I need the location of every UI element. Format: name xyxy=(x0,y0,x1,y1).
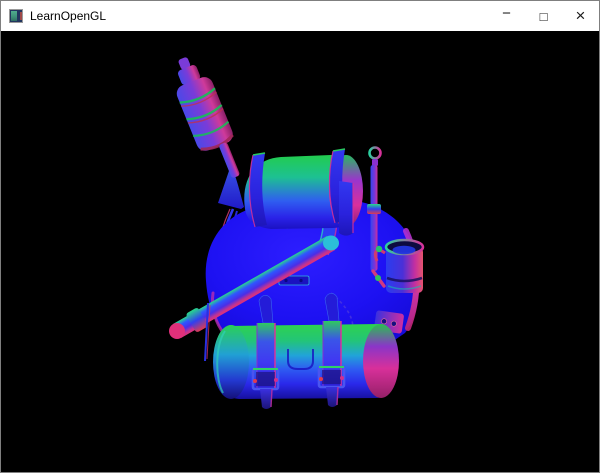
titlebar[interactable]: LearnOpenGL − □ × xyxy=(1,1,599,31)
app-window: LearnOpenGL − □ × xyxy=(0,0,600,473)
opengl-viewport[interactable] xyxy=(1,31,599,472)
close-icon: × xyxy=(576,9,586,23)
flashlight xyxy=(165,51,249,186)
maximize-button[interactable]: □ xyxy=(525,1,562,31)
backpack-model-render xyxy=(1,31,599,472)
minimize-button[interactable]: − xyxy=(488,1,525,31)
app-icon-detail xyxy=(11,11,17,21)
bedroll xyxy=(213,324,399,399)
window-title: LearnOpenGL xyxy=(30,9,106,23)
minimize-icon: − xyxy=(502,9,511,19)
maximize-icon: □ xyxy=(540,10,548,23)
app-icon xyxy=(9,9,23,23)
close-button[interactable]: × xyxy=(562,1,599,31)
app-icon-detail-red xyxy=(20,12,22,20)
